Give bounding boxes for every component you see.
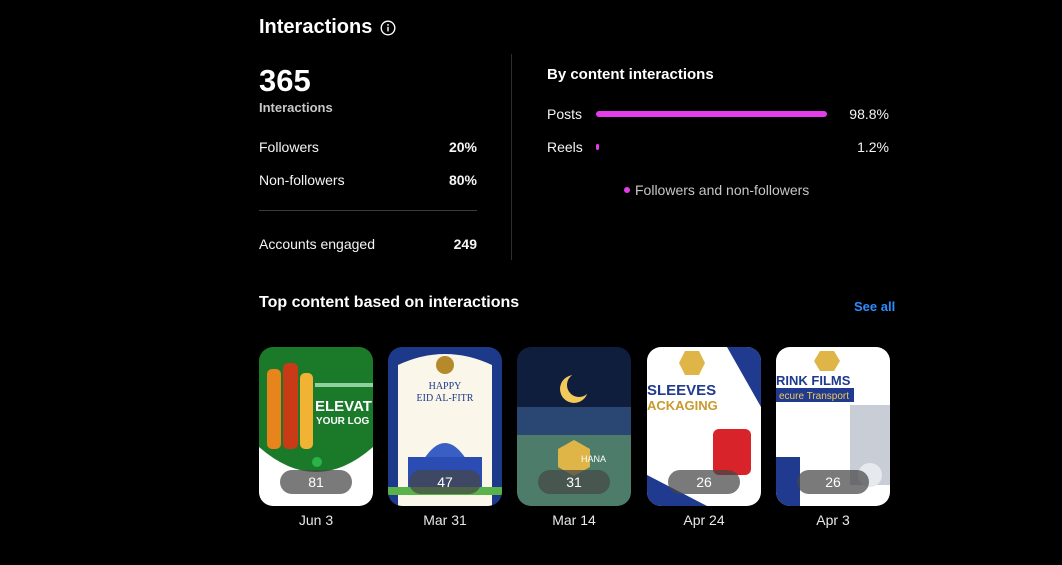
nonfollowers-value: 80% (448, 172, 477, 188)
thumb-text: RINK FILMS (776, 373, 851, 388)
section-header: Interactions (259, 16, 396, 39)
content-date: Jun 3 (298, 512, 334, 528)
thumb-sub: YOUR LOG (316, 416, 370, 427)
thumb-sub: EID AL-FITR (417, 393, 474, 404)
page-title: Interactions (259, 16, 373, 38)
followers-row: Followers 20% (259, 137, 477, 157)
content-date: Apr 3 (816, 512, 850, 528)
thumb-text: SLEEVES (647, 382, 716, 399)
posts-row: Posts 98.8% (547, 104, 889, 124)
nonfollowers-row: Non-followers 80% (259, 170, 477, 190)
nonfollowers-label: Non-followers (259, 172, 345, 188)
reels-percent: 1.2% (857, 139, 889, 155)
divider (259, 210, 477, 211)
content-date: Apr 24 (683, 512, 725, 528)
summary-panel: 365 Interactions Followers 20% Non-follo… (259, 63, 477, 252)
interaction-count: 47 (409, 470, 481, 494)
see-all-link[interactable]: See all (854, 299, 895, 314)
by-content-panel: By content interactions Posts 98.8% Reel… (547, 66, 889, 198)
followers-label: Followers (259, 139, 319, 155)
thumb-sub: ACKAGING (647, 398, 718, 413)
posts-bar (596, 111, 830, 117)
content-date: Mar 14 (552, 512, 596, 528)
posts-percent: 98.8% (849, 106, 889, 122)
by-content-title: By content interactions (547, 66, 714, 83)
legend-label: Followers and non-followers (635, 182, 810, 198)
interaction-count: 81 (280, 470, 352, 494)
info-circle-icon[interactable] (380, 19, 396, 36)
posts-label: Posts (547, 106, 583, 122)
posts-bar-fill (596, 111, 828, 117)
reels-bar (596, 144, 830, 150)
content-thumbnail[interactable]: HAPPY EID AL-FITR 47 (388, 347, 502, 506)
total-interactions-label: Interactions (259, 100, 333, 115)
thumb-text: HANA (581, 454, 606, 464)
reels-label: Reels (547, 139, 583, 155)
interaction-count: 31 (538, 470, 610, 494)
content-thumbnail[interactable]: SLEEVES ACKAGING 26 (647, 347, 761, 506)
vertical-divider (511, 54, 512, 260)
accounts-engaged-value: 249 (453, 236, 477, 252)
total-interactions: 365 (259, 63, 311, 98)
reels-bar-fill (596, 144, 599, 150)
content-thumbnail[interactable]: ELEVAT YOUR LOG 81 (259, 347, 373, 506)
thumb-sub: ecure Transport (779, 391, 849, 402)
accounts-engaged-label: Accounts engaged (259, 236, 375, 252)
followers-value: 20% (448, 139, 477, 155)
content-thumbnail[interactable]: HANA 31 (517, 347, 631, 506)
content-date: Mar 31 (423, 512, 467, 528)
content-thumbnail[interactable]: RINK FILMS ecure Transport 26 (776, 347, 890, 506)
interaction-count: 26 (668, 470, 740, 494)
top-content-title: Top content based on interactions (259, 294, 520, 311)
interaction-count: 26 (797, 470, 869, 494)
legend: Followers and non-followers (624, 182, 809, 198)
thumb-text: HAPPY (429, 381, 462, 392)
reels-row: Reels 1.2% (547, 137, 889, 157)
legend-dot-icon (624, 187, 630, 193)
thumb-text: ELEVAT (315, 398, 372, 415)
accounts-engaged-row: Accounts engaged 249 (259, 234, 477, 254)
